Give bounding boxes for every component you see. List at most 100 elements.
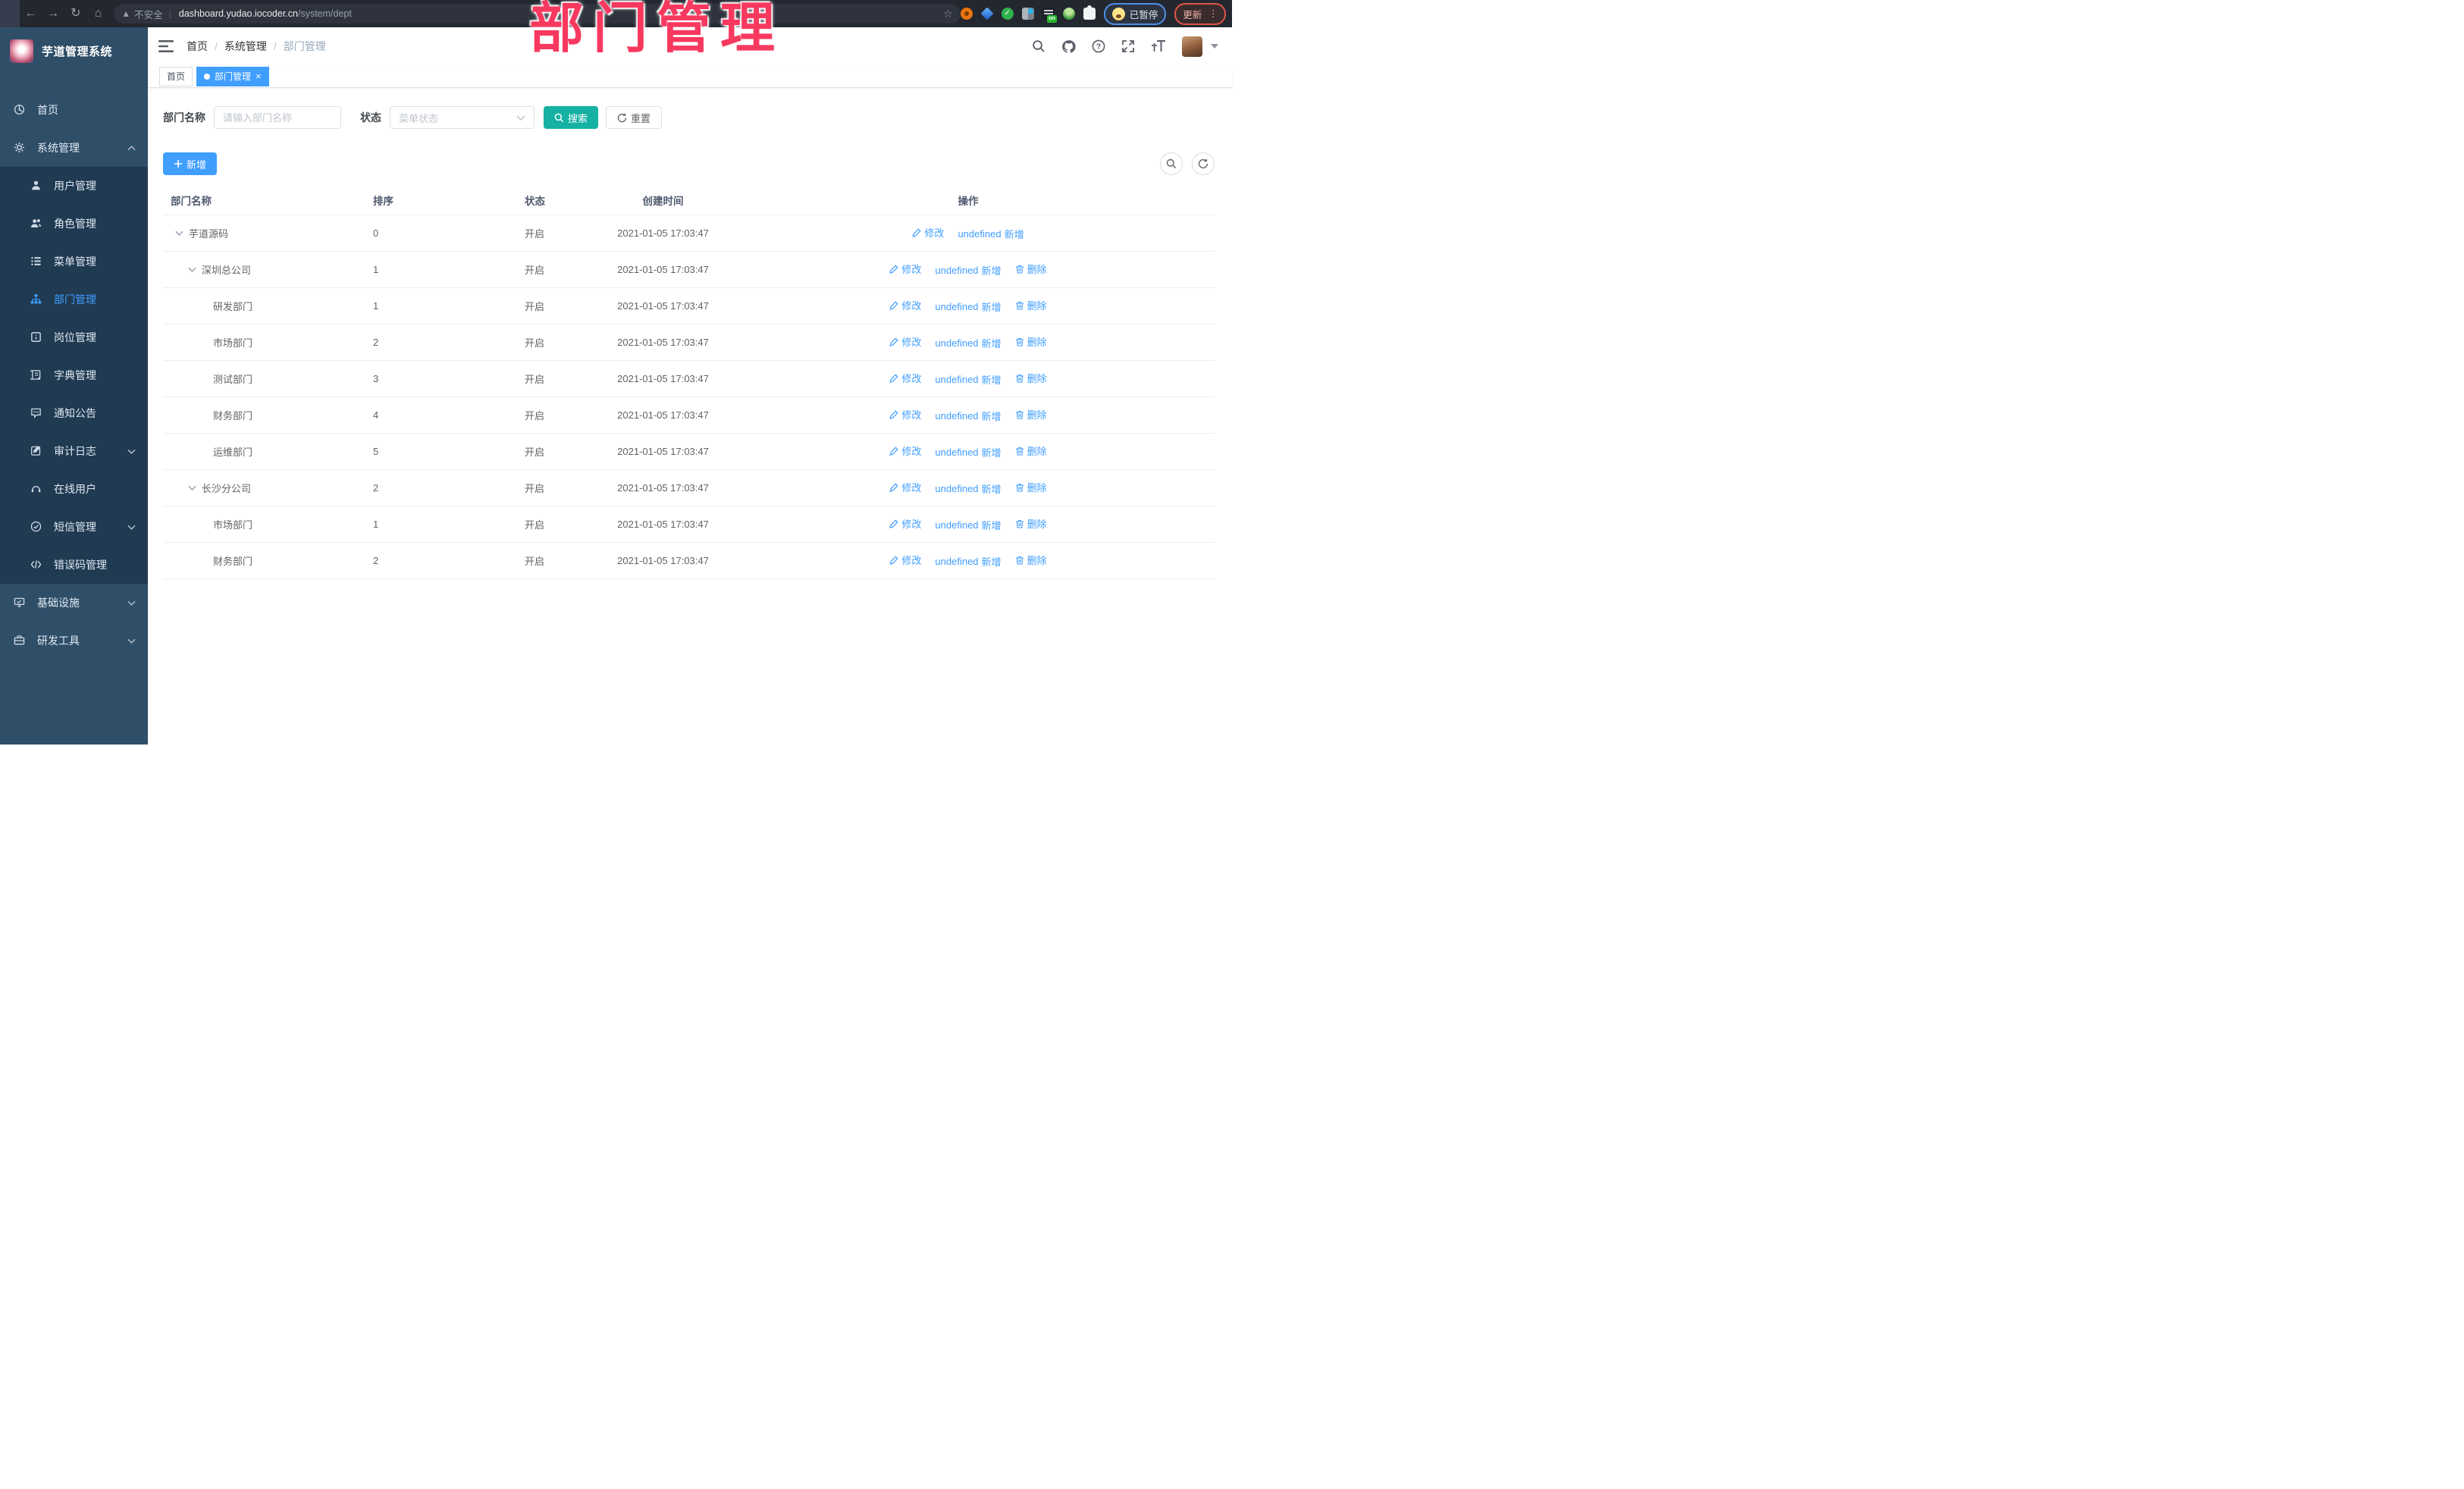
address-bar[interactable]: ▲ 不安全 | dashboard.yudao.iocoder.cn /syst… <box>114 4 961 24</box>
extension-green-person-icon[interactable] <box>1062 8 1075 20</box>
add-icon: undefined <box>935 264 979 276</box>
add-link[interactable]: undefined 新增 <box>935 372 1001 387</box>
edit-link[interactable]: 修改 <box>912 225 944 240</box>
edit-link[interactable]: 修改 <box>889 516 921 531</box>
expand-caret-icon[interactable] <box>188 267 196 272</box>
edit-link[interactable]: 修改 <box>889 298 921 312</box>
sidebar-logo-row[interactable]: 芋道管理系统 <box>0 27 148 74</box>
url-host: dashboard.yudao.iocoder.cn <box>178 8 298 19</box>
user-avatar[interactable] <box>1182 36 1202 57</box>
add-link[interactable]: undefined 新增 <box>935 409 1001 423</box>
browser-reload-icon[interactable]: ↻ <box>64 0 87 27</box>
sidebar-item-9[interactable]: 审计日志 <box>0 432 148 470</box>
edit-link[interactable]: 修改 <box>889 334 921 349</box>
add-link[interactable]: undefined 新增 <box>935 336 1001 350</box>
extension-green-check-icon[interactable]: ✓ <box>1001 8 1014 20</box>
fullscreen-icon[interactable] <box>1121 39 1135 53</box>
delete-link[interactable]: 删除 <box>1015 371 1047 385</box>
font-size-icon[interactable] <box>1151 39 1166 53</box>
cell-dept-name: 深圳总公司 <box>163 262 365 277</box>
browser-back-icon[interactable]: ← <box>20 0 42 27</box>
sidebar-item-6[interactable]: 岗位管理 <box>0 318 148 356</box>
add-link[interactable]: undefined 新增 <box>935 445 1001 459</box>
edit-link[interactable]: 修改 <box>889 553 921 567</box>
sidebar-item-11[interactable]: 短信管理 <box>0 508 148 546</box>
cell-create-time: 2021-01-05 17:03:47 <box>617 300 709 312</box>
delete-link[interactable]: 删除 <box>1015 516 1047 531</box>
dept-name-input[interactable] <box>214 106 341 129</box>
delete-link[interactable]: 删除 <box>1015 553 1047 567</box>
delete-link[interactable]: 删除 <box>1015 262 1047 276</box>
hamburger-icon[interactable] <box>158 39 174 53</box>
extension-grid-drop-icon[interactable] <box>1021 8 1034 20</box>
delete-link[interactable]: 删除 <box>1015 444 1047 458</box>
expand-caret-icon[interactable] <box>188 485 196 491</box>
sidebar-item-5[interactable]: 部门管理 <box>0 281 148 318</box>
sidebar-item-0[interactable]: 首页 <box>0 91 148 129</box>
sidebar-item-3[interactable]: 角色管理 <box>0 205 148 243</box>
add-link[interactable]: undefined 新增 <box>958 227 1024 241</box>
sidebar-item-2[interactable]: 用户管理 <box>0 167 148 205</box>
help-icon[interactable]: ? <box>1092 39 1105 53</box>
delete-link[interactable]: 删除 <box>1015 480 1047 494</box>
browser-menu-kebab-icon[interactable]: ⋮ <box>1208 8 1218 19</box>
refresh-table-button[interactable] <box>1192 152 1215 175</box>
add-button[interactable]: 新增 <box>163 152 218 175</box>
extension-blue-gem-icon[interactable] <box>980 7 994 20</box>
status-select[interactable]: 菜单状态 <box>390 106 534 129</box>
github-icon[interactable] <box>1061 39 1076 54</box>
sidebar-item-4[interactable]: 菜单管理 <box>0 243 148 281</box>
sidebar-item-8[interactable]: 通知公告 <box>0 394 148 432</box>
sidebar-item-label: 岗位管理 <box>54 331 96 343</box>
chevron-down-icon <box>127 449 136 454</box>
edit-link[interactable]: 修改 <box>889 407 921 422</box>
breadcrumb-item-2: 部门管理 <box>283 40 326 52</box>
edit-link[interactable]: 修改 <box>889 480 921 494</box>
topbar: 首页 / 系统管理 / 部门管理 ? <box>148 27 1232 65</box>
breadcrumb-item-0[interactable]: 首页 <box>187 39 208 54</box>
tab-0[interactable]: 首页 <box>159 66 193 86</box>
edit-link[interactable]: 修改 <box>889 371 921 385</box>
tags-bar: 首页 部门管理 × <box>148 65 1232 88</box>
close-icon[interactable]: × <box>255 71 262 81</box>
sidebar-item-13[interactable]: 基础设施 <box>0 584 148 622</box>
search-icon[interactable] <box>1032 39 1045 53</box>
edit-link[interactable]: 修改 <box>889 444 921 458</box>
toggle-search-button[interactable] <box>1160 152 1183 175</box>
sidebar-item-1[interactable]: 系统管理 <box>0 129 148 167</box>
edit-link[interactable]: 修改 <box>889 262 921 276</box>
browser-home-icon[interactable]: ⌂ <box>87 0 110 27</box>
sidebar-item-7[interactable]: 字典管理 <box>0 356 148 394</box>
search-button[interactable]: 搜索 <box>544 106 599 129</box>
delete-icon <box>1015 483 1024 492</box>
browser-forward-icon[interactable]: → <box>42 0 64 27</box>
extension-orange-ring-icon[interactable] <box>960 8 973 20</box>
browser-update-button[interactable]: 更新 ⋮ <box>1174 2 1227 25</box>
breadcrumb-item-1[interactable]: 系统管理 <box>224 39 267 54</box>
user-menu-caret-icon[interactable] <box>1211 44 1218 49</box>
add-link[interactable]: undefined 新增 <box>935 518 1001 532</box>
online-user-icon <box>30 483 42 495</box>
delete-link[interactable]: 删除 <box>1015 407 1047 422</box>
sidebar-item-10[interactable]: 在线用户 <box>0 470 148 508</box>
reset-button[interactable]: 重置 <box>606 106 663 129</box>
table-row: 运维部门 5 开启 2021-01-05 17:03:47 修改 undefined 新增删… <box>163 434 1215 470</box>
add-link[interactable]: undefined 新增 <box>935 481 1001 496</box>
add-link[interactable]: undefined 新增 <box>935 554 1001 569</box>
add-link[interactable]: undefined 新增 <box>935 263 1001 277</box>
cell-create-time: 2021-01-05 17:03:47 <box>617 337 709 348</box>
profile-paused-chip[interactable]: 已暂停 <box>1103 2 1167 25</box>
extensions-puzzle-icon[interactable] <box>1083 5 1096 20</box>
sidebar-item-label: 系统管理 <box>37 142 80 154</box>
sidebar-item-14[interactable]: 研发工具 <box>0 622 148 660</box>
breadcrumb-separator: / <box>273 40 277 52</box>
delete-link[interactable]: 删除 <box>1015 334 1047 349</box>
tab-1[interactable]: 部门管理 × <box>196 66 269 86</box>
sidebar-item-12[interactable]: 错误码管理 <box>0 546 148 584</box>
add-link[interactable]: undefined 新增 <box>935 299 1001 314</box>
extension-list-on-icon[interactable] <box>1042 8 1057 23</box>
cell-create-time: 2021-01-05 17:03:47 <box>617 373 709 384</box>
expand-caret-icon[interactable] <box>175 230 183 236</box>
delete-link[interactable]: 删除 <box>1015 298 1047 312</box>
bookmark-star-icon[interactable]: ☆ <box>943 8 953 20</box>
